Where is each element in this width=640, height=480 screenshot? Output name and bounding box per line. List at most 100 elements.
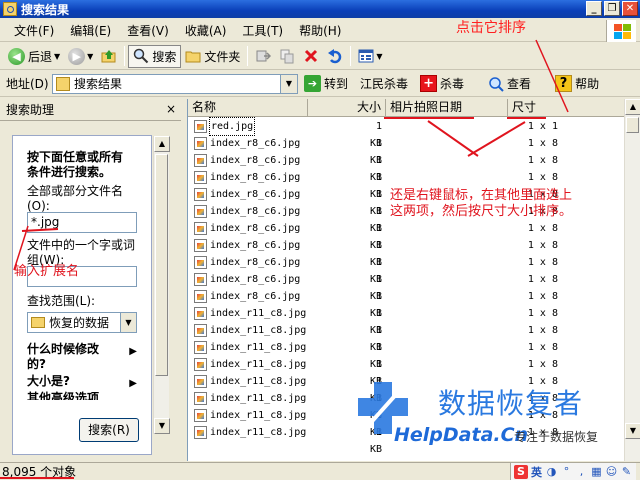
move-to-icon [256, 50, 272, 62]
antivirus-button[interactable]: + 杀毒 [420, 75, 464, 92]
restore-button[interactable]: ❐ [604, 1, 620, 16]
sogou-ime-icon[interactable]: S [514, 464, 528, 479]
dropdown-arrow-icon[interactable]: ▼ [54, 52, 60, 61]
file-dimensions: 1 x 8 [527, 274, 558, 285]
scroll-up-icon[interactable]: ▲ [154, 136, 170, 152]
comma-icon[interactable]: , [575, 465, 588, 478]
scroll-down-icon[interactable]: ▼ [625, 423, 640, 439]
menu-edit[interactable]: 编辑(E) [62, 22, 119, 39]
list-scrollbar[interactable]: ▲ ▼ [624, 99, 640, 461]
file-name: index_r11_c8.jpg [210, 359, 307, 370]
file-name: index_r11_c8.jpg [210, 427, 307, 438]
scroll-thumb[interactable] [626, 117, 639, 133]
menu-tools[interactable]: 工具(T) [234, 22, 291, 39]
search-instructions: 按下面任意或所有 条件进行搜索。 [27, 150, 123, 180]
views-icon [358, 49, 374, 63]
advanced-option[interactable]: 其他高级选项 [27, 391, 137, 400]
address-input[interactable]: 搜索结果 ▼ [52, 73, 298, 94]
when-modified-line-1: 什么时候修改 [27, 342, 100, 356]
file-row[interactable]: index_r11_c8.jpg1 KB1 x 8 [188, 356, 625, 387]
scroll-up-icon[interactable]: ▲ [625, 99, 640, 115]
minimize-button[interactable]: _ [586, 1, 602, 16]
file-row[interactable]: index_r8_c6.jpg 1 KB 1 x 8 [188, 152, 625, 183]
go-button[interactable]: ➔ 转到 [304, 75, 348, 92]
jpeg-file-icon [194, 324, 207, 337]
file-name: index_r8_c6.jpg [210, 189, 301, 200]
user-icon[interactable]: ☺ [605, 465, 618, 478]
view-link-button[interactable]: 查看 [488, 75, 531, 92]
dropdown-arrow-icon[interactable]: ▼ [376, 52, 382, 61]
size-option-label: 大小是? [27, 374, 70, 388]
column-dimensions[interactable]: 尺寸 [508, 99, 625, 117]
size-option[interactable]: 大小是? ▶ [27, 374, 137, 389]
delete-button[interactable] [299, 45, 323, 68]
pane-scrollbar[interactable]: ▲ ▼ [153, 136, 170, 434]
half-width-icon[interactable]: ◑ [545, 465, 558, 478]
menu-file[interactable]: 文件(F) [6, 22, 62, 39]
column-name[interactable]: 名称 [188, 99, 308, 117]
lookin-dropdown-icon[interactable]: ▼ [120, 313, 136, 332]
forward-button[interactable]: ▶ ▼ [64, 45, 97, 68]
scroll-thumb[interactable] [155, 154, 168, 376]
pane-close-icon[interactable]: × [164, 103, 178, 117]
back-arrow-icon: ◀ [8, 47, 25, 65]
file-row[interactable]: index_r8_c6.jpg 1 KB 1 x 8 [188, 135, 625, 166]
file-dimensions: 1 x 8 [527, 223, 558, 234]
file-row[interactable]: index_r11_c8.jpg1 KB1 x 8 [188, 339, 625, 370]
scroll-down-icon[interactable]: ▼ [154, 418, 170, 434]
filename-input[interactable]: *.jpg [27, 212, 137, 233]
file-row[interactable]: index_r8_c6.jpg 1 KB 1 x 8 [188, 220, 625, 251]
file-row[interactable]: index_r8_c6.jpg 1 KB 1 x 8 [188, 169, 625, 200]
file-dimensions: 1 x 8 [527, 138, 558, 149]
tools-icon[interactable]: ✎ [620, 465, 633, 478]
undo-button[interactable] [323, 45, 347, 68]
file-row[interactable]: index_r8_c6.jpg 1 KB 1 x 8 [188, 271, 625, 302]
go-arrow-icon: ➔ [304, 75, 321, 92]
file-row[interactable]: index_r11_c8.jpg1 KB1 x 8 [188, 305, 625, 336]
menu-view[interactable]: 查看(V) [119, 22, 177, 39]
file-row[interactable]: index_r8_c6.jpg 1 KB 1 x 8 [188, 288, 625, 319]
folders-button[interactable]: 文件夹 [181, 45, 244, 68]
close-button[interactable]: ✕ [622, 1, 638, 16]
soft-keyboard-icon[interactable]: ▦ [590, 465, 603, 478]
forward-arrow-icon: ▶ [68, 47, 86, 65]
view-link-label: 查看 [507, 77, 532, 91]
back-label: 后退 [28, 49, 53, 64]
dropdown-arrow-icon[interactable]: ▼ [87, 52, 93, 61]
lookin-select[interactable]: 恢复的数据 ▼ [27, 312, 137, 333]
file-row[interactable]: red.jpg 1 KB 1 x 1 [188, 117, 625, 149]
file-name: index_r8_c6.jpg [210, 223, 301, 234]
file-name: red.jpg [208, 117, 256, 136]
file-dimensions: 1 x 8 [527, 342, 558, 353]
file-name: index_r11_c8.jpg [210, 308, 307, 319]
window-title: 搜索结果 [21, 2, 70, 17]
menu-help[interactable]: 帮助(H) [291, 22, 349, 39]
title-bar[interactable]: 搜索结果 _ ❐ ✕ [0, 0, 640, 18]
views-button[interactable]: ▼ [354, 45, 386, 68]
ime-toolbar[interactable]: S 英 ◑ ° , ▦ ☺ ✎ [510, 463, 636, 480]
search-submit-button[interactable]: 搜索(R) [79, 418, 139, 442]
move-to-button[interactable] [251, 45, 275, 68]
folder-icon [185, 51, 201, 63]
copy-to-button[interactable] [275, 45, 299, 68]
file-row[interactable]: index_r11_c8.jpg1 KB1 x 8 [188, 322, 625, 353]
file-dimensions: 1 x 8 [527, 359, 558, 370]
help-link-button[interactable]: ? 帮助 [555, 75, 599, 92]
address-dropdown-icon[interactable]: ▼ [280, 74, 297, 93]
column-size[interactable]: 大小 [308, 99, 386, 117]
extension-hint-annotation: 输入扩展名 [14, 264, 80, 279]
when-modified-option[interactable]: 什么时候修改 的? ▶ [27, 342, 137, 372]
ime-mode[interactable]: 英 [530, 464, 543, 480]
address-bar: 地址(D) 搜索结果 ▼ ➔ 转到 江民杀毒 + 杀毒 查看 ? 帮助 [0, 71, 640, 97]
punctuation-icon[interactable]: ° [560, 465, 573, 478]
antivirus-label: 杀毒 [440, 77, 465, 91]
heading-line-2: 条件进行搜索。 [27, 165, 112, 179]
jiangmin-antivirus-link[interactable]: 江民杀毒 [360, 75, 408, 92]
up-folder-button[interactable] [97, 45, 121, 68]
search-button[interactable]: 搜索 [128, 44, 182, 68]
menu-favorites[interactable]: 收藏(A) [177, 22, 235, 39]
back-button[interactable]: ◀ 后退 ▼ [4, 45, 64, 68]
column-date-taken[interactable]: 相片拍照日期 [386, 99, 508, 117]
file-row[interactable]: index_r8_c6.jpg 1 KB 1 x 8 [188, 237, 625, 268]
file-row[interactable]: index_r8_c6.jpg 1 KB 1 x 8 [188, 254, 625, 285]
